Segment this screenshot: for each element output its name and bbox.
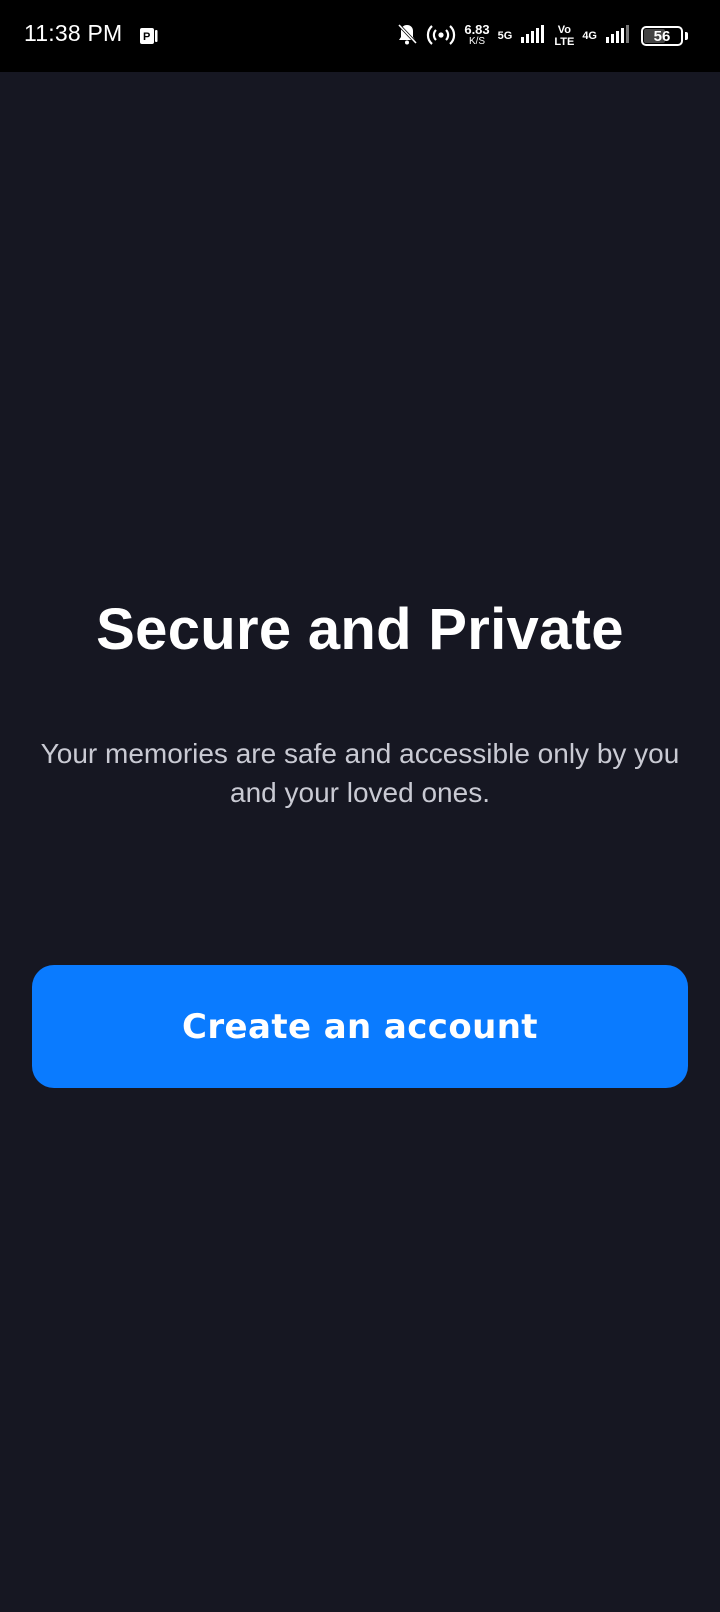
bell-muted-icon	[396, 22, 418, 51]
signal-icon	[520, 23, 546, 50]
app-notification-icon: P	[138, 25, 160, 47]
page-title: Secure and Private	[96, 597, 624, 662]
status-bar: 11:38 PM P 6.83 K/S 5G Vo LTE 4G 56	[0, 0, 720, 72]
volte-bottom: LTE	[554, 36, 575, 48]
network-4g-label: 4G	[582, 29, 597, 42]
battery-level: 56	[653, 27, 671, 45]
create-account-button[interactable]: Create an account	[32, 965, 688, 1088]
svg-text:P: P	[143, 31, 150, 43]
battery-tip	[685, 32, 688, 40]
status-time: 11:38 PM	[24, 20, 123, 46]
network-5g-label: 5G	[497, 29, 513, 42]
battery-icon: 56	[641, 26, 683, 46]
status-icons: 6.83 K/S 5G Vo LTE 4G 56	[396, 18, 688, 54]
page-subtitle: Your memories are safe and accessible on…	[40, 738, 680, 808]
volte-top: Vo	[557, 24, 571, 36]
hotspot-icon	[426, 22, 456, 51]
speed-value: 6.83	[464, 22, 490, 37]
signal-icon	[605, 23, 631, 50]
volte-label: Vo LTE	[554, 24, 574, 48]
network-speed: 6.83 K/S	[464, 22, 490, 48]
speed-unit: K/S	[468, 36, 486, 47]
